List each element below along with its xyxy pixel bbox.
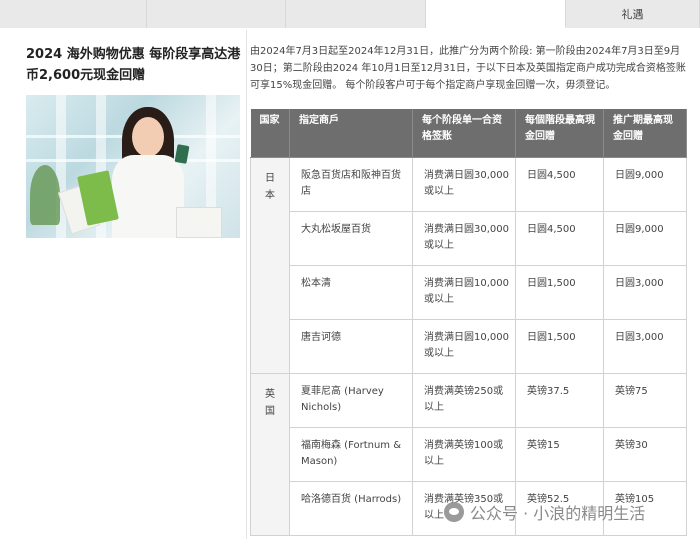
merchant-cell: 松本清	[289, 264, 413, 320]
table-header-row: 国家 指定商戶 每个阶段单一合资格签账 每個階段最高現金回贈 推广期最高现金回赠	[250, 109, 687, 158]
table-row: 福南梅森 (Fortnum & Mason) 消费满英镑100或以上 英镑15 …	[251, 426, 687, 482]
spend-cell: 消费满日圆10,000或以上	[412, 318, 516, 374]
country-cell-japan: 日本	[250, 156, 290, 374]
spend-cell: 消费满日圆30,000或以上	[412, 156, 516, 212]
table-row: 唐吉诃德 消费满日圆10,000或以上 日圆1,500 日圆3,000	[251, 318, 687, 374]
stage-max-cell: 日圆1,500	[515, 264, 604, 320]
merchant-cell: 阪急百货店和阪神百货店	[289, 156, 413, 212]
table-row: 英国 夏菲尼高 (Harvey Nichols) 消费满英镑250或以上 英镑3…	[250, 372, 687, 536]
stage-max-cell: 英镑37.5	[515, 372, 604, 428]
promo-description: 由2024年7月3日起至2024年12月31日，此推广分为两个阶段: 第一阶段由…	[250, 46, 686, 91]
merchant-cell: 大丸松坂屋百货	[289, 210, 413, 266]
promo-max-cell: 日圆9,000	[603, 210, 687, 266]
tab-rewards[interactable]: 礼遇	[566, 0, 700, 28]
merchant-cell: 唐吉诃德	[289, 318, 413, 374]
tab-2[interactable]	[147, 0, 286, 28]
promo-image	[26, 95, 240, 238]
spend-cell: 消费满英镑250或以上	[412, 372, 516, 428]
promo-max-cell: 日圆9,000	[603, 156, 687, 212]
merchant-cell: 福南梅森 (Fortnum & Mason)	[289, 426, 413, 482]
stage-max-cell: 英镑15	[515, 426, 604, 482]
stage-max-cell: 日圆1,500	[515, 318, 604, 374]
merchant-cell: 夏菲尼高 (Harvey Nichols)	[289, 372, 413, 428]
tab-4-active[interactable]	[426, 0, 566, 28]
merchant-table: 国家 指定商戶 每个阶段单一合资格签账 每個階段最高現金回贈 推广期最高现金回赠…	[250, 109, 687, 536]
spend-cell: 消费满英镑100或以上	[412, 426, 516, 482]
table-row: 松本清 消费满日圆10,000或以上 日圆1,500 日圆3,000	[251, 264, 687, 320]
wechat-icon	[444, 502, 464, 522]
promo-max-cell: 日圆3,000	[603, 264, 687, 320]
promo-max-cell: 英镑75	[603, 372, 687, 428]
stage-max-cell: 日圆4,500	[515, 210, 604, 266]
watermark-text: 公众号 · 小浪的精明生活	[470, 504, 646, 523]
promo-max-cell: 英镑30	[603, 426, 687, 482]
promo-title: 2024 海外购物优惠 每阶段享高达港币2,600元现金回赠	[26, 47, 241, 83]
country-cell-uk: 英国	[250, 372, 290, 536]
header-country: 国家	[250, 109, 290, 158]
header-stage-max-cashback: 每個階段最高現金回贈	[515, 109, 604, 158]
tab-3[interactable]	[286, 0, 426, 28]
promo-side-panel: 2024 海外购物优惠 每阶段享高达港币2,600元现金回赠	[9, 30, 247, 539]
table-row: 大丸松坂屋百货 消费满日圆30,000或以上 日圆4,500 日圆9,000	[251, 210, 687, 266]
tab-1[interactable]	[0, 0, 147, 28]
watermark: 公众号 · 小浪的精明生活	[444, 500, 700, 524]
promo-max-cell: 日圆3,000	[603, 318, 687, 374]
stage-max-cell: 日圆4,500	[515, 156, 604, 212]
merchant-cell: 哈洛德百货 (Harrods)	[289, 480, 413, 536]
header-merchant: 指定商戶	[289, 109, 413, 158]
tab-bar: 礼遇	[0, 0, 700, 28]
spend-cell: 消费满日圆10,000或以上	[412, 264, 516, 320]
header-promo-max-cashback: 推广期最高现金回赠	[603, 109, 687, 158]
table-row: 日本 阪急百货店和阪神百货店 消费满日圆30,000或以上 日圆4,500 日圆…	[250, 156, 687, 374]
header-qualifying-spend: 每个阶段单一合资格签账	[412, 109, 516, 158]
spend-cell: 消费满日圆30,000或以上	[412, 210, 516, 266]
